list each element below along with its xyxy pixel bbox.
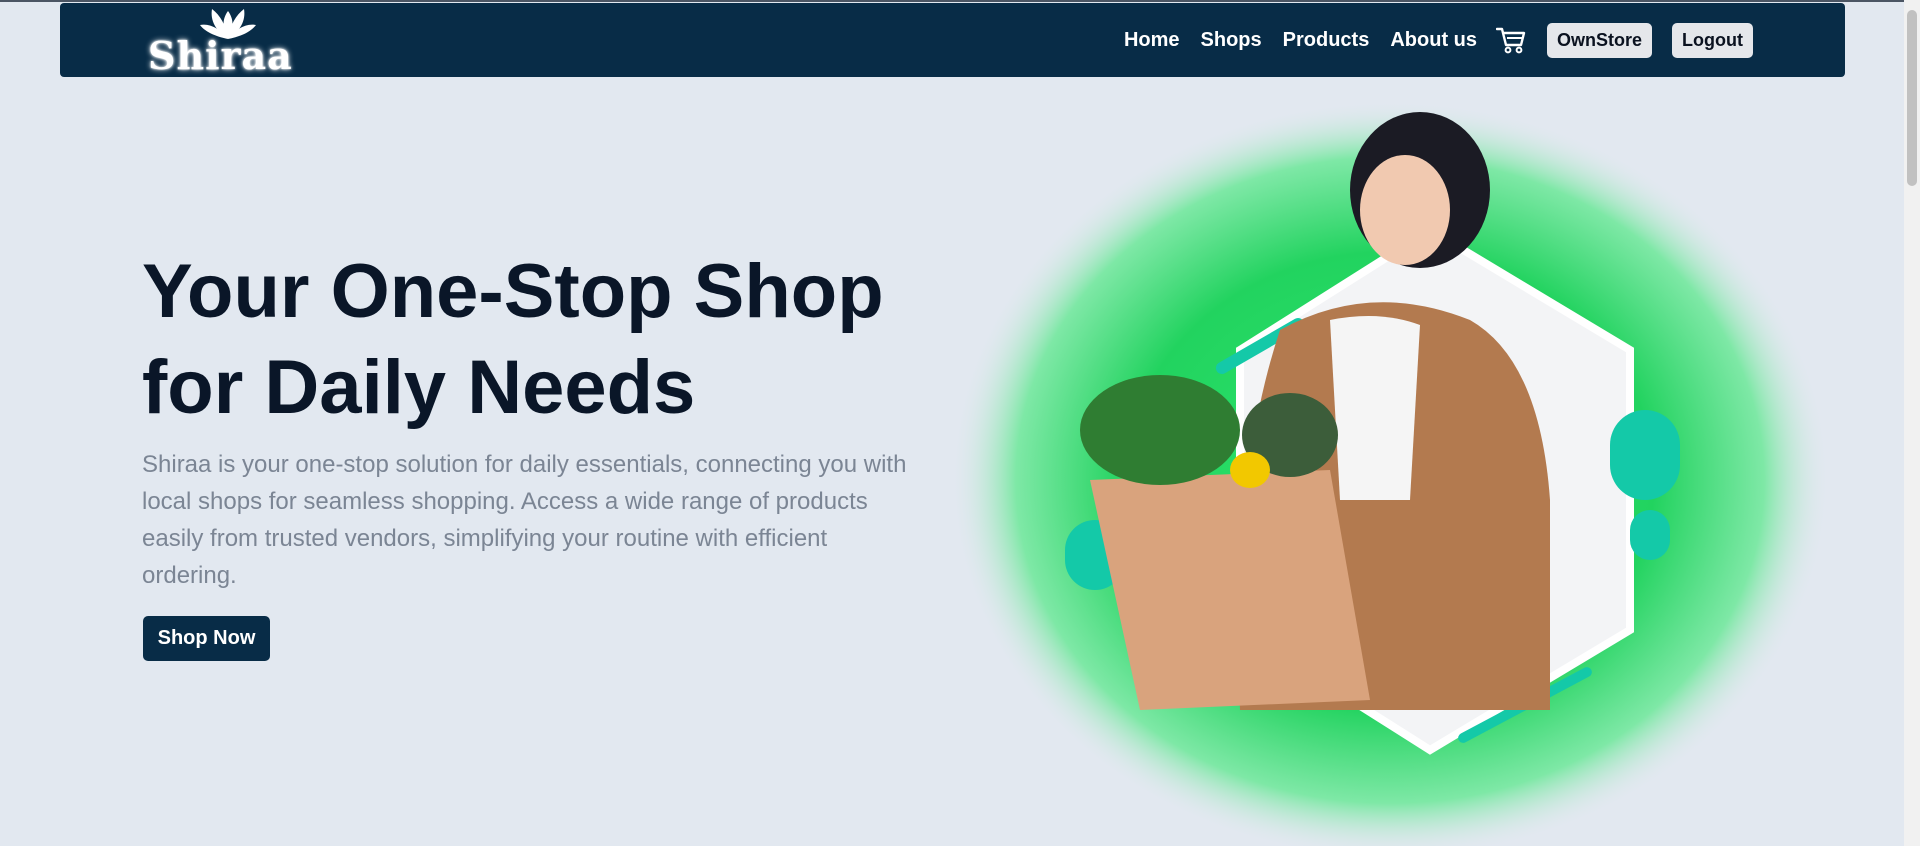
window-top-edge (0, 0, 1920, 2)
brand-name: Shiraa (148, 33, 293, 78)
teal-pill (1630, 510, 1670, 560)
logout-button[interactable]: Logout (1672, 22, 1753, 58)
hero-description: Shiraa is your one-stop solution for dai… (142, 451, 907, 589)
hero-title-line-2: for Daily Needs (142, 345, 696, 430)
main-nav: Home Shops Products About us OwnStore Lo… (1124, 21, 1753, 59)
vegetables (1080, 375, 1240, 485)
hero-title: Your One-Stop Shop for Daily Needs (142, 244, 962, 436)
nav-home[interactable]: Home (1124, 21, 1180, 59)
ownstore-button[interactable]: OwnStore (1547, 22, 1653, 58)
hero-illustration (950, 100, 1830, 846)
shop-now-button[interactable]: Shop Now (143, 616, 270, 661)
yellow-pepper (1230, 452, 1270, 488)
page-scrollbar[interactable] (1904, 0, 1920, 846)
teal-pill (1610, 410, 1680, 500)
cart-icon[interactable] (1496, 25, 1526, 55)
person-face (1360, 155, 1450, 265)
nav-products[interactable]: Products (1283, 21, 1370, 59)
hero-title-line-1: Your One-Stop Shop (142, 249, 884, 334)
nav-shops[interactable]: Shops (1201, 21, 1262, 59)
navbar: Shiraa Home Shops Products About us OwnS… (60, 3, 1845, 78)
brand-logo[interactable]: Shiraa (148, 7, 292, 78)
person-shirt (1330, 316, 1420, 500)
scrollbar-thumb[interactable] (1907, 10, 1917, 186)
nav-about-us[interactable]: About us (1390, 21, 1477, 59)
